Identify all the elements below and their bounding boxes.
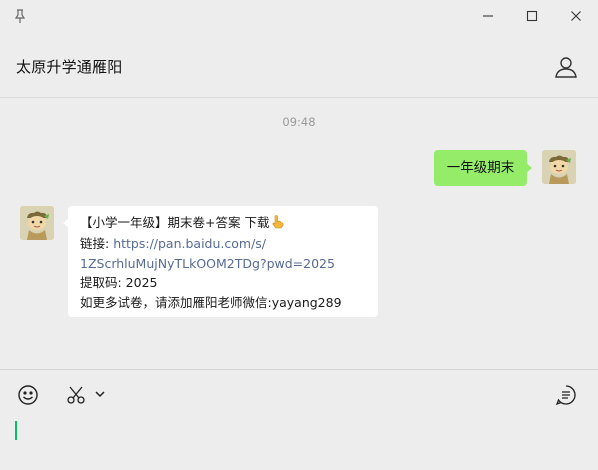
scissors-icon[interactable] <box>64 383 88 407</box>
emoji-icon[interactable] <box>16 383 40 407</box>
pointing-down-emoji <box>271 215 284 234</box>
maximize-icon[interactable] <box>520 5 544 27</box>
minimize-icon[interactable] <box>476 5 500 27</box>
message-line: 【小学一年级】期末卷+答案 下载 <box>80 213 366 234</box>
link-label: 链接: <box>80 236 114 252</box>
extraction-code: 提取码: 2025 <box>80 275 158 291</box>
message-headline: 【小学一年级】期末卷+答案 下载 <box>80 215 270 230</box>
person-icon[interactable] <box>553 55 579 79</box>
chevron-down-icon[interactable] <box>93 387 107 401</box>
pin-icon[interactable] <box>11 7 29 25</box>
close-icon[interactable] <box>564 5 588 27</box>
chat-history-icon[interactable] <box>554 383 578 407</box>
chat-title: 太原升学通雁阳 <box>16 58 123 76</box>
message-list: 09:48 一年级期末 【小学一年级】期末卷+答案 下载 链接: https:/… <box>0 98 598 370</box>
download-link-continued[interactable]: 1ZScrhluMujNyTLkOOM2TDg?pwd=2025 <box>80 254 366 273</box>
avatar[interactable] <box>542 150 576 184</box>
message-composer <box>0 369 598 470</box>
message-timestamp: 09:48 <box>282 115 316 129</box>
message-line: 链接: https://pan.baidu.com/s/ <box>80 234 366 253</box>
incoming-message-bubble[interactable]: 【小学一年级】期末卷+答案 下载 链接: https://pan.baidu.c… <box>63 206 378 317</box>
contact-note: 如更多试卷，请添加雁阳老师微信:yayang289 <box>80 294 342 310</box>
download-link[interactable]: https://pan.baidu.com/s/ <box>113 236 266 251</box>
message-input[interactable] <box>14 418 584 462</box>
avatar[interactable] <box>20 206 54 240</box>
chat-header: 太原升学通雁阳 <box>0 34 598 98</box>
text-cursor <box>15 421 17 440</box>
window-titlebar <box>0 0 598 34</box>
outgoing-message-bubble[interactable]: 一年级期末 <box>434 150 532 186</box>
